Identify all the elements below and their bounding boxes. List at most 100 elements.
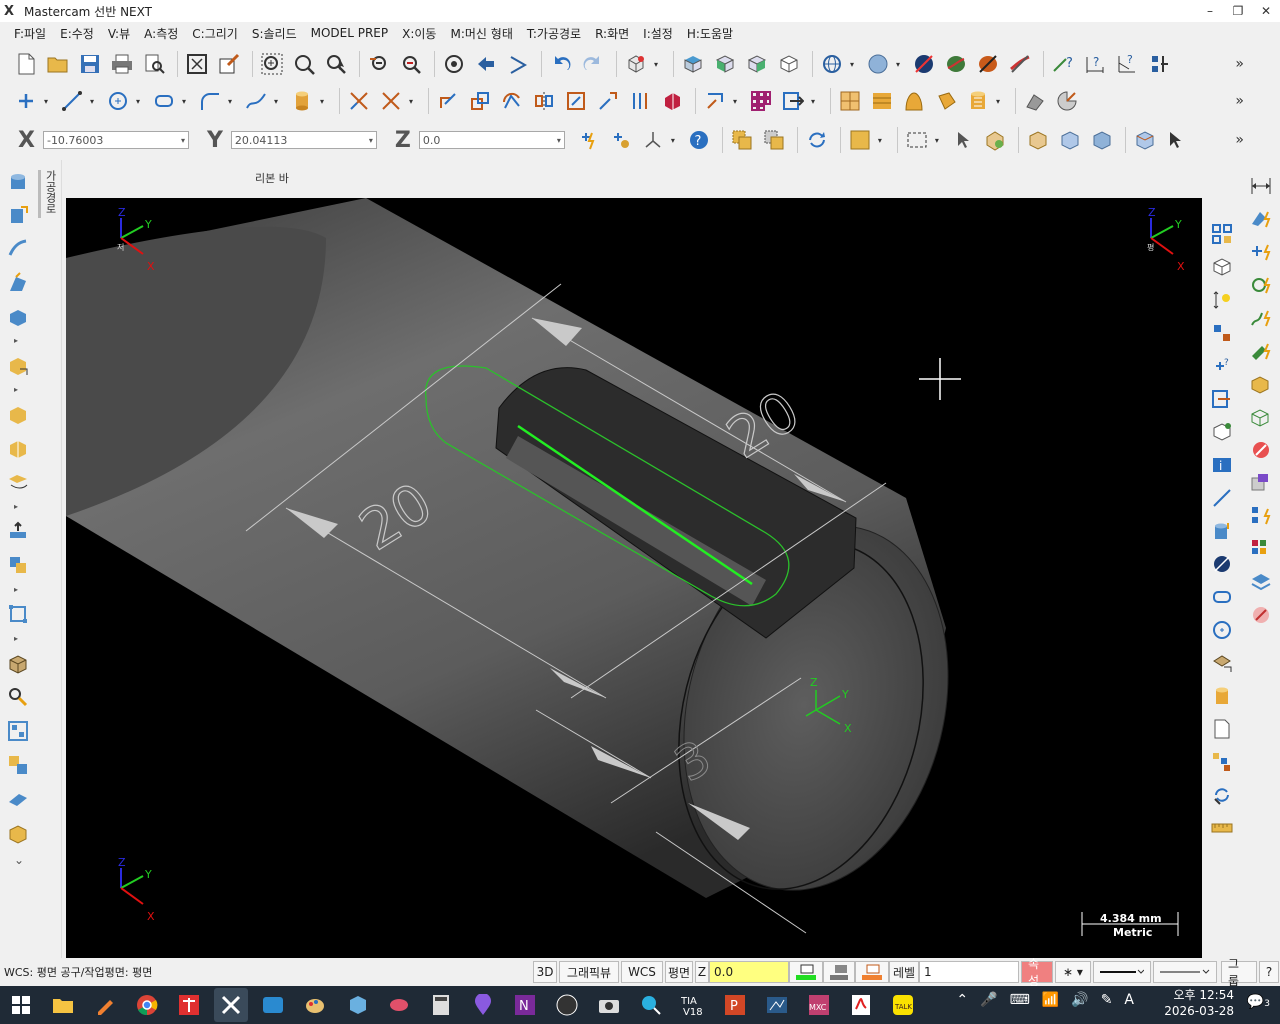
spline-dropdown[interactable]: ▾ [274, 97, 284, 106]
shading-dropdown[interactable]: ▾ [896, 60, 906, 69]
menu-file[interactable]: F:파일 [14, 25, 46, 42]
solid-select-icon[interactable] [981, 126, 1009, 154]
axis-dropdown[interactable]: ▾ [671, 136, 681, 145]
lathe-face-icon[interactable] [4, 468, 32, 496]
fast-plane-icon[interactable] [1247, 469, 1275, 497]
wireframe-sphere-icon[interactable] [910, 50, 938, 78]
light-hint-icon[interactable] [1208, 286, 1236, 314]
select-back-icon[interactable] [1088, 126, 1116, 154]
level-field[interactable]: 1 [919, 961, 1019, 983]
isometric-view-icon[interactable] [775, 50, 803, 78]
fast-circle-icon[interactable] [1247, 271, 1275, 299]
open-folder-icon[interactable] [44, 50, 72, 78]
move-to-origin-icon[interactable] [779, 87, 807, 115]
wireframe-sim-icon[interactable] [1021, 87, 1049, 115]
kakaotalk-icon[interactable]: TALK [886, 988, 920, 1022]
planes-globe-icon[interactable] [818, 50, 846, 78]
toolbar-row3-overflow-icon[interactable]: » [1235, 132, 1244, 148]
part-model-view[interactable]: 20 20 3 Z Y X 저 Z Y X 평 Z Y X Z Y X 4.38… [66, 198, 1202, 958]
select-only-icon[interactable] [760, 126, 788, 154]
fast-stop-icon[interactable] [1247, 436, 1275, 464]
line-draw-icon[interactable] [1208, 484, 1236, 512]
menu-machine-type[interactable]: M:머신 형태 [450, 25, 512, 42]
cylinder-icon[interactable] [288, 87, 316, 115]
repaint-icon[interactable] [215, 50, 243, 78]
line-icon[interactable] [58, 87, 86, 115]
lathe-dynamic-icon[interactable] [4, 785, 32, 813]
lathe-thread-icon[interactable] [4, 351, 32, 379]
analyze-entity-icon[interactable]: ? [1049, 50, 1077, 78]
z-coordinate-field[interactable]: 0.0 [418, 131, 565, 149]
fast-spline-icon[interactable] [1247, 304, 1275, 332]
line-style-selector[interactable] [1093, 961, 1151, 983]
onenote-icon[interactable]: N [508, 988, 542, 1022]
new-sheet-icon[interactable] [1208, 715, 1236, 743]
dashed-box-icon[interactable] [903, 126, 931, 154]
break-icon[interactable] [377, 87, 405, 115]
line-width-selector[interactable] [1153, 961, 1217, 983]
left-expand-2-icon[interactable]: ▸ [14, 385, 36, 394]
zoom-selected-icon[interactable] [322, 50, 350, 78]
fit-icon[interactable] [183, 50, 211, 78]
menu-edit[interactable]: E:수정 [60, 25, 94, 42]
backplot-sphere-icon[interactable] [942, 50, 970, 78]
lathe-layout-icon[interactable] [4, 717, 32, 745]
spline-icon[interactable] [242, 87, 270, 115]
hide-toolpath-icon[interactable] [1006, 50, 1034, 78]
mirror-icon[interactable] [530, 87, 558, 115]
turret-icon[interactable] [1053, 87, 1081, 115]
cylinder-dropdown[interactable]: ▾ [320, 97, 330, 106]
graphic-view-button[interactable]: 그래픽뷰 [559, 961, 619, 983]
menu-screen[interactable]: R:화면 [595, 25, 629, 42]
toolbar-overflow-icon[interactable]: » [1235, 56, 1244, 72]
unzoom-previous-icon[interactable] [365, 50, 393, 78]
attributes-button[interactable]: 속성 [1021, 957, 1053, 988]
zoom-window-icon[interactable] [258, 50, 286, 78]
fast-point-icon[interactable] [1247, 238, 1275, 266]
lathe-chuck-icon[interactable] [4, 200, 32, 228]
camera-icon[interactable] [592, 988, 626, 1022]
x-coordinate-field[interactable]: -10.76003 [42, 131, 189, 149]
operations-panel-tab[interactable]: 가공경로 [36, 160, 62, 960]
left-expand-3-icon[interactable]: ▸ [14, 502, 36, 511]
mxc-app-icon[interactable]: MXC [802, 988, 836, 1022]
left-expand-4-icon[interactable]: ▸ [14, 585, 36, 594]
point-snap-icon[interactable]: ? [1208, 352, 1236, 380]
close-button[interactable]: ✕ [1252, 0, 1280, 22]
project-icon[interactable] [594, 87, 622, 115]
notification-icon[interactable]: 💬3 [1247, 994, 1270, 1010]
select-all-icon[interactable] [728, 126, 756, 154]
move-dropdown[interactable]: ▾ [811, 97, 821, 106]
lathe-finish-icon[interactable] [4, 268, 32, 296]
next-view-icon[interactable] [504, 50, 532, 78]
cube-app-icon[interactable] [340, 988, 374, 1022]
drag-icon[interactable] [701, 87, 729, 115]
maps-icon[interactable] [466, 988, 500, 1022]
lathe-box-icon[interactable] [4, 819, 32, 847]
menu-xform[interactable]: X:이동 [402, 25, 436, 42]
ime-indicator[interactable]: A [1124, 992, 1134, 1008]
offset-icon[interactable] [626, 87, 654, 115]
select-face-icon[interactable] [1024, 126, 1052, 154]
lathe-probe-icon[interactable] [4, 683, 32, 711]
volume-icon[interactable]: 🔊 [1071, 992, 1088, 1008]
chrome-icon[interactable] [130, 988, 164, 1022]
translate-icon[interactable] [434, 87, 462, 115]
lathe-groove-icon[interactable] [4, 302, 32, 330]
help-circle-icon[interactable]: ? [685, 126, 713, 154]
lathe-transform-icon[interactable] [4, 600, 32, 628]
cube-views-dropdown[interactable]: ▾ [654, 60, 664, 69]
fast-group-icon[interactable] [1247, 535, 1275, 563]
new-file-icon[interactable] [12, 50, 40, 78]
fast-surface-icon[interactable] [1247, 205, 1275, 233]
cube-plane-icon[interactable] [1208, 418, 1236, 446]
solid-color-icon[interactable] [855, 961, 889, 983]
rectangle-icon[interactable] [150, 87, 178, 115]
redo-icon[interactable] [579, 50, 607, 78]
print-preview-icon[interactable] [140, 50, 168, 78]
color-selector-icon[interactable] [789, 961, 823, 983]
menu-model-prep[interactable]: MODEL PREP [311, 26, 389, 40]
lathe-canned-icon[interactable] [4, 517, 32, 545]
circle-icon[interactable] [104, 87, 132, 115]
circle-center-icon[interactable] [1208, 616, 1236, 644]
